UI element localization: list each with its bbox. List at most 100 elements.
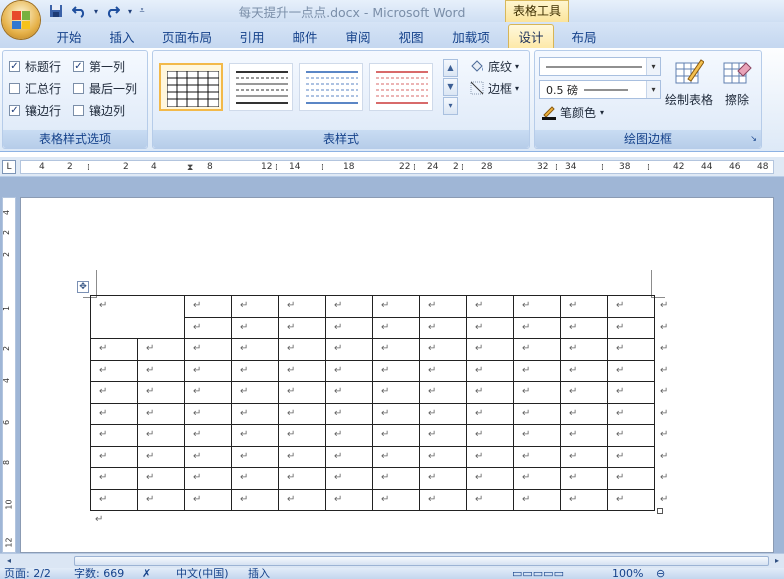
table-cell[interactable]: ↵ bbox=[560, 424, 608, 447]
column-marker[interactable]: ⁞ bbox=[413, 163, 416, 173]
first-column-checkbox[interactable]: ✓ 第一列 bbox=[73, 57, 125, 75]
table-cell[interactable]: ↵ bbox=[231, 424, 279, 447]
table-resize-handle[interactable] bbox=[657, 508, 663, 514]
eraser-button[interactable]: 擦除 bbox=[713, 57, 761, 108]
table-cell[interactable]: ↵ bbox=[560, 445, 608, 468]
customize-qat-icon[interactable]: ⩡ bbox=[137, 2, 147, 20]
scroll-left-icon[interactable]: ◂ bbox=[2, 555, 16, 567]
table-cell[interactable]: ↵ bbox=[560, 338, 608, 361]
gallery-more-icon[interactable]: ▾ bbox=[443, 97, 458, 115]
table-cell[interactable]: ↵ bbox=[607, 338, 655, 361]
table-cell[interactable]: ↵ bbox=[184, 359, 232, 382]
table-cell[interactable]: ↵ bbox=[278, 295, 326, 318]
save-icon[interactable] bbox=[46, 2, 66, 20]
table-style-swatch[interactable] bbox=[369, 63, 433, 111]
tab-addins[interactable]: 加载项 bbox=[442, 24, 500, 48]
horizontal-ruler[interactable]: 4 2 ⁞ 2 4 ⧗ 8 12 ⁞ 14 ⁞ 18 22 ⁞ 24 2 ⁞ 2… bbox=[20, 160, 774, 174]
column-marker[interactable]: ⁞ bbox=[647, 163, 650, 173]
table-cell[interactable]: ↵ bbox=[137, 445, 185, 468]
table-cell[interactable]: ↵ bbox=[607, 424, 655, 447]
insert-mode[interactable]: 插入 bbox=[248, 568, 270, 579]
table-cell[interactable]: ↵ bbox=[560, 488, 608, 511]
table-cell[interactable]: ↵ bbox=[607, 467, 655, 490]
table-cell[interactable]: ↵ bbox=[90, 424, 138, 447]
table-cell[interactable]: ↵ bbox=[466, 359, 514, 382]
table-cell[interactable]: ↵ bbox=[466, 381, 514, 404]
tab-mailings[interactable]: 邮件 bbox=[283, 24, 327, 48]
horizontal-scrollbar[interactable]: ◂ ▸ bbox=[0, 553, 784, 568]
table-cell[interactable]: ↵ bbox=[466, 295, 514, 318]
table-cell[interactable]: ↵ bbox=[184, 316, 232, 339]
table-cell[interactable]: ↵ bbox=[184, 295, 232, 318]
column-marker[interactable]: ⁞ bbox=[461, 163, 464, 173]
table-cell[interactable]: ↵ bbox=[466, 488, 514, 511]
table-cell[interactable]: ↵ bbox=[278, 316, 326, 339]
header-row-checkbox[interactable]: ✓ 标题行 bbox=[9, 57, 61, 75]
table-cell[interactable]: ↵ bbox=[466, 467, 514, 490]
table-cell[interactable]: ↵ bbox=[184, 445, 232, 468]
tab-insert[interactable]: 插入 bbox=[100, 24, 144, 48]
table-cell[interactable]: ↵ bbox=[184, 381, 232, 404]
table-cell[interactable]: ↵ bbox=[90, 402, 138, 425]
table-cell[interactable]: ↵ bbox=[325, 338, 373, 361]
shading-button[interactable]: 底纹 ▾ bbox=[469, 57, 519, 75]
line-style-select[interactable]: ▾ bbox=[539, 57, 661, 76]
table-cell[interactable]: ↵ bbox=[419, 424, 467, 447]
zoom-out-icon[interactable]: ⊖ bbox=[656, 568, 665, 579]
language-indicator[interactable]: 中文(中国) bbox=[176, 568, 229, 579]
tab-page-layout[interactable]: 页面布局 bbox=[152, 24, 222, 48]
redo-icon[interactable] bbox=[103, 2, 123, 20]
table-cell[interactable]: ↵ bbox=[184, 488, 232, 511]
table-cell[interactable]: ↵ bbox=[90, 359, 138, 382]
table-cell[interactable]: ↵ bbox=[372, 316, 420, 339]
tab-selector[interactable]: L bbox=[2, 160, 16, 174]
pen-color-button[interactable]: 笔颜色 ▾ bbox=[541, 103, 604, 121]
scroll-right-icon[interactable]: ▸ bbox=[770, 555, 784, 567]
table-cell[interactable]: ↵ bbox=[513, 316, 561, 339]
table-cell[interactable]: ↵ bbox=[372, 359, 420, 382]
table-cell[interactable]: ↵ bbox=[607, 359, 655, 382]
table-cell[interactable]: ↵ bbox=[419, 381, 467, 404]
table-cell[interactable]: ↵ bbox=[419, 338, 467, 361]
line-weight-select[interactable]: 0.5 磅 ▾ bbox=[539, 80, 661, 99]
column-marker[interactable]: ⁞ bbox=[601, 163, 604, 173]
table-cell[interactable]: ↵ bbox=[231, 295, 279, 318]
table-cell[interactable]: ↵ bbox=[560, 295, 608, 318]
table-cell[interactable]: ↵ bbox=[372, 488, 420, 511]
proofing-icon[interactable]: ✗ bbox=[142, 568, 151, 579]
table-cell[interactable]: ↵ bbox=[513, 424, 561, 447]
tab-review[interactable]: 审阅 bbox=[336, 24, 380, 48]
table-cell[interactable]: ↵ bbox=[325, 402, 373, 425]
table-cell[interactable]: ↵ bbox=[466, 445, 514, 468]
table-cell[interactable]: ↵ bbox=[325, 424, 373, 447]
table-cell[interactable]: ↵ bbox=[513, 402, 561, 425]
gallery-scroll-down-icon[interactable]: ▼ bbox=[443, 78, 458, 96]
banded-columns-checkbox[interactable]: 镶边列 bbox=[73, 101, 125, 119]
table-cell[interactable]: ↵ bbox=[466, 424, 514, 447]
table-cell[interactable]: ↵ bbox=[607, 316, 655, 339]
office-button[interactable] bbox=[2, 1, 40, 39]
view-buttons-icon[interactable]: ▭▭▭▭▭ bbox=[512, 568, 564, 579]
page-count[interactable]: 页面: 2/2 bbox=[4, 568, 51, 579]
table-cell[interactable]: ↵ bbox=[90, 488, 138, 511]
table-cell[interactable]: ↵ bbox=[278, 359, 326, 382]
table-cell[interactable]: ↵ bbox=[278, 467, 326, 490]
table-cell[interactable]: ↵ bbox=[278, 381, 326, 404]
table-cell[interactable]: ↵ bbox=[231, 488, 279, 511]
table-cell[interactable]: ↵ bbox=[466, 316, 514, 339]
table-cell[interactable]: ↵ bbox=[419, 316, 467, 339]
table-cell[interactable]: ↵ bbox=[90, 338, 138, 361]
table-cell[interactable]: ↵ bbox=[325, 488, 373, 511]
table-cell[interactable]: ↵ bbox=[137, 359, 185, 382]
table-cell[interactable]: ↵ bbox=[419, 445, 467, 468]
table-cell[interactable]: ↵ bbox=[513, 381, 561, 404]
table-cell[interactable]: ↵ bbox=[513, 445, 561, 468]
table-cell[interactable]: ↵ bbox=[231, 402, 279, 425]
table-cell[interactable]: ↵ bbox=[137, 402, 185, 425]
table-cell[interactable]: ↵ bbox=[513, 467, 561, 490]
undo-icon[interactable] bbox=[69, 2, 89, 20]
tab-references[interactable]: 引用 bbox=[230, 24, 274, 48]
table-cell[interactable]: ↵ bbox=[372, 467, 420, 490]
table-cell[interactable]: ↵ bbox=[513, 295, 561, 318]
table-cell[interactable]: ↵ bbox=[419, 488, 467, 511]
